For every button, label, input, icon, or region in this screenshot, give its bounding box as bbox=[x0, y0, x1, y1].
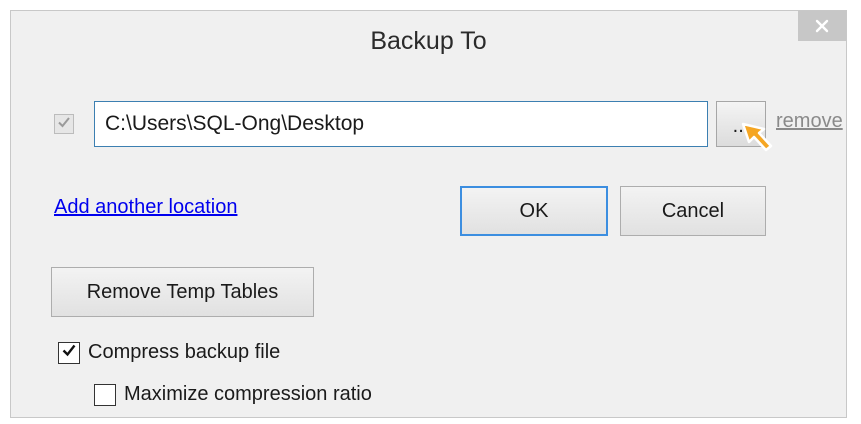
close-icon bbox=[815, 19, 829, 33]
browse-button[interactable]: ... bbox=[716, 101, 766, 147]
backup-path-input[interactable] bbox=[94, 101, 708, 147]
maximize-option-row[interactable]: Maximize compression ratio bbox=[94, 383, 372, 406]
compress-option-row[interactable]: Compress backup file bbox=[58, 341, 280, 364]
add-another-location-link[interactable]: Add another location bbox=[54, 196, 237, 219]
close-button[interactable] bbox=[798, 11, 846, 41]
checkmark-icon bbox=[57, 115, 71, 134]
remove-temp-tables-button[interactable]: Remove Temp Tables bbox=[51, 267, 314, 317]
backup-to-dialog: Backup To ... remove Add another locatio… bbox=[10, 10, 847, 418]
dialog-title: Backup To bbox=[370, 27, 487, 55]
maximize-label: Maximize compression ratio bbox=[124, 383, 372, 405]
maximize-checkbox[interactable] bbox=[94, 383, 116, 406]
compress-checkbox[interactable] bbox=[58, 341, 80, 364]
location-checkbox[interactable] bbox=[54, 114, 74, 134]
ok-button[interactable]: OK bbox=[460, 186, 608, 236]
title-bar: Backup To bbox=[11, 11, 846, 73]
checkmark-icon bbox=[61, 341, 77, 364]
compress-label: Compress backup file bbox=[88, 341, 281, 363]
remove-link[interactable]: remove bbox=[776, 110, 843, 133]
cancel-button[interactable]: Cancel bbox=[620, 186, 766, 236]
